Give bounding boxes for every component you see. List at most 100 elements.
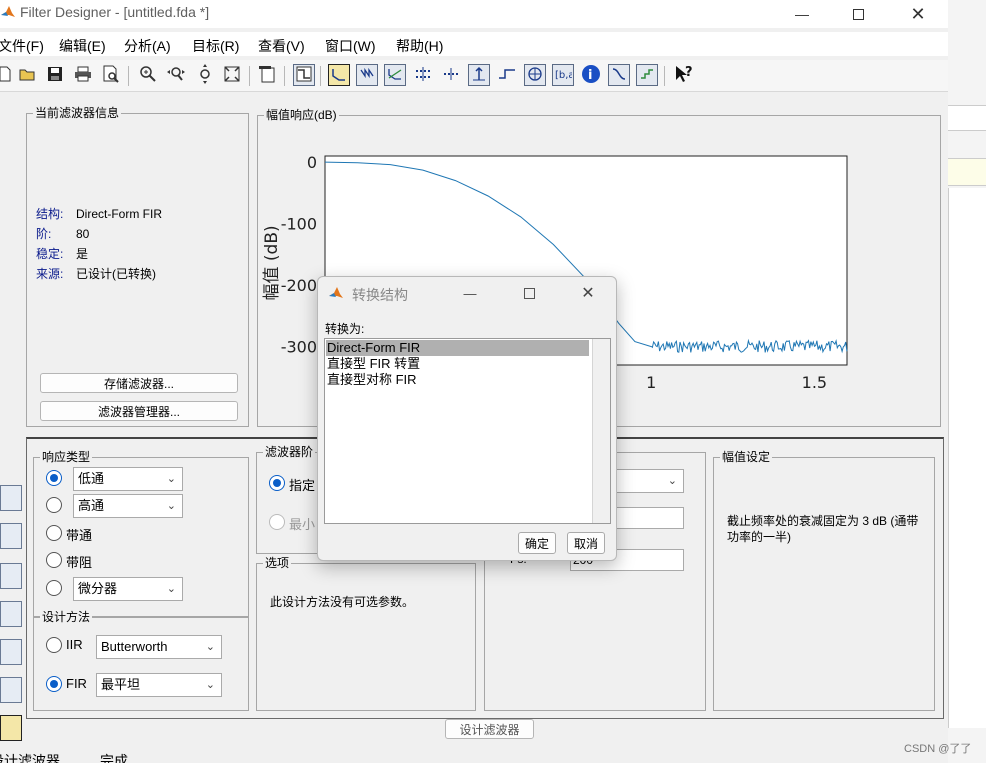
status-bar: 设计滤波器 完成 [0, 748, 948, 763]
open-button[interactable] [17, 64, 39, 86]
design-filter-button[interactable]: 设计滤波器 [445, 719, 534, 739]
store-filter-button[interactable]: 存储滤波器... [40, 373, 238, 393]
y-tick-label: -300 [281, 338, 317, 357]
fir-label: FIR [66, 676, 87, 691]
iir-method-select[interactable]: Butterworth ⌄ [96, 635, 222, 659]
dialog-minimize-button[interactable]: — [450, 281, 490, 305]
menu-edit[interactable]: 编辑(E) [59, 36, 106, 56]
differentiator-select[interactable]: 微分器 ⌄ [73, 577, 183, 601]
window-title: Filter Designer - [untitled.fda *] [20, 4, 210, 20]
close-button[interactable]: ✕ [894, 0, 942, 28]
quantize-icon[interactable] [0, 563, 22, 589]
cancel-button[interactable]: 取消 [567, 532, 605, 554]
group-delay-button[interactable] [412, 64, 434, 86]
radio-highpass[interactable] [46, 497, 62, 513]
radio-differentiator[interactable] [46, 580, 62, 596]
open-icon [19, 66, 37, 85]
phase-response-icon [359, 66, 375, 85]
frequency-units-select[interactable]: ⌄ [616, 469, 684, 493]
maximize-button[interactable] [834, 0, 882, 28]
structure-listbox[interactable]: Direct-Form FIR 直接型 FIR 转置 直接型对称 FIR [324, 338, 611, 524]
new-figure-button[interactable] [256, 64, 278, 86]
ok-button[interactable]: 确定 [518, 532, 556, 554]
print-button[interactable] [72, 64, 94, 86]
design-filter-icon[interactable] [0, 715, 22, 741]
filter-coefficients-icon: [b,a] [554, 66, 579, 85]
radio-specify-order[interactable] [269, 475, 285, 491]
zoom-y-button[interactable] [194, 63, 216, 87]
import-filter-icon[interactable] [0, 677, 22, 703]
realize-model-icon[interactable] [0, 601, 22, 627]
panel-title: 当前滤波器信息 [33, 105, 122, 121]
magnitude-response-button[interactable] [328, 64, 350, 86]
listbox-scrollbar[interactable] [592, 339, 610, 523]
radio-lowpass[interactable] [46, 470, 62, 486]
impulse-response-button[interactable] [468, 64, 490, 86]
radio-iir[interactable] [46, 637, 62, 653]
status-text-right: 完成 [100, 753, 128, 763]
list-item[interactable]: Direct-Form FIR [326, 340, 589, 356]
toolbar-separator [128, 66, 129, 86]
zoom-x-icon [166, 65, 186, 86]
zoom-x-button[interactable] [165, 64, 187, 86]
full-view-icon [223, 65, 241, 86]
phase-response-button[interactable] [356, 64, 378, 86]
close-icon: ✕ [910, 3, 926, 24]
round-off-noise-button[interactable] [636, 64, 658, 86]
watermark: CSDN @了了 [904, 743, 972, 755]
highpass-select[interactable]: 高通 ⌄ [73, 494, 183, 518]
radio-bandpass[interactable] [46, 525, 62, 541]
save-icon [47, 66, 63, 85]
radio-bandstop[interactable] [46, 552, 62, 568]
pole-zero-button[interactable] [524, 64, 546, 86]
pole-zero-icon [527, 66, 543, 85]
magnitude-phase-button[interactable] [384, 64, 406, 86]
phase-delay-button[interactable] [440, 64, 462, 86]
full-view-button[interactable] [221, 64, 243, 86]
list-item[interactable]: 直接型对称 FIR [326, 372, 589, 388]
print-preview-button[interactable] [100, 64, 122, 86]
menu-help[interactable]: 帮助(H) [396, 36, 443, 56]
y-tick-label: -200 [281, 276, 317, 295]
left-toolstrip [0, 485, 24, 745]
whats-this-button[interactable]: ? [673, 64, 695, 86]
toolbar-separator [249, 66, 250, 86]
specify-order-label: 指定 [289, 478, 316, 493]
radio-minimum-order[interactable] [269, 514, 285, 530]
menu-window[interactable]: 窗口(W) [325, 36, 376, 56]
whats-this-icon: ? [674, 64, 694, 87]
create-multirate-icon[interactable] [0, 523, 22, 549]
menu-targets[interactable]: 目标(R) [192, 36, 239, 56]
zoom-y-icon [196, 63, 214, 87]
filter-manager-button[interactable]: 滤波器管理器... [40, 401, 238, 421]
zoom-in-button[interactable] [137, 64, 159, 86]
fir-method-select[interactable]: 最平坦 ⌄ [96, 673, 222, 697]
transform-filter-icon[interactable] [0, 485, 22, 511]
filter-info-button[interactable]: i [580, 64, 602, 86]
dialog-maximize-button[interactable] [509, 281, 549, 305]
save-button[interactable] [44, 64, 66, 86]
new-button[interactable] [0, 64, 16, 86]
filter-coefficients-button[interactable]: [b,a] [552, 64, 579, 86]
menu-file[interactable]: 文件(F) [0, 36, 44, 56]
toolbar: [b,a] i ? [0, 60, 948, 92]
maximize-icon [852, 8, 864, 20]
filter-specs-button[interactable] [293, 64, 315, 86]
y-tick-label: -100 [281, 215, 317, 234]
info-row-source: 来源: 已设计(已转换) [36, 267, 156, 281]
status-text-left: 设计滤波器 [0, 753, 60, 763]
magnitude-estimate-button[interactable] [608, 64, 630, 86]
pole-zero-editor-icon[interactable] [0, 639, 22, 665]
dialog-close-button[interactable]: ✕ [568, 281, 608, 305]
step-response-button[interactable] [496, 64, 518, 86]
options-group: 选项 [256, 555, 476, 711]
list-item[interactable]: 直接型 FIR 转置 [326, 356, 589, 372]
menu-view[interactable]: 查看(V) [258, 36, 305, 56]
info-row-order: 阶: 80 [36, 227, 90, 241]
minimize-button[interactable]: — [778, 0, 826, 28]
info-row-stable: 稳定: 是 [36, 247, 89, 261]
menu-analysis[interactable]: 分析(A) [124, 36, 171, 56]
lowpass-select[interactable]: 低通 ⌄ [73, 467, 183, 491]
radio-fir[interactable] [46, 676, 62, 692]
svg-text:[b,a]: [b,a] [555, 70, 572, 81]
